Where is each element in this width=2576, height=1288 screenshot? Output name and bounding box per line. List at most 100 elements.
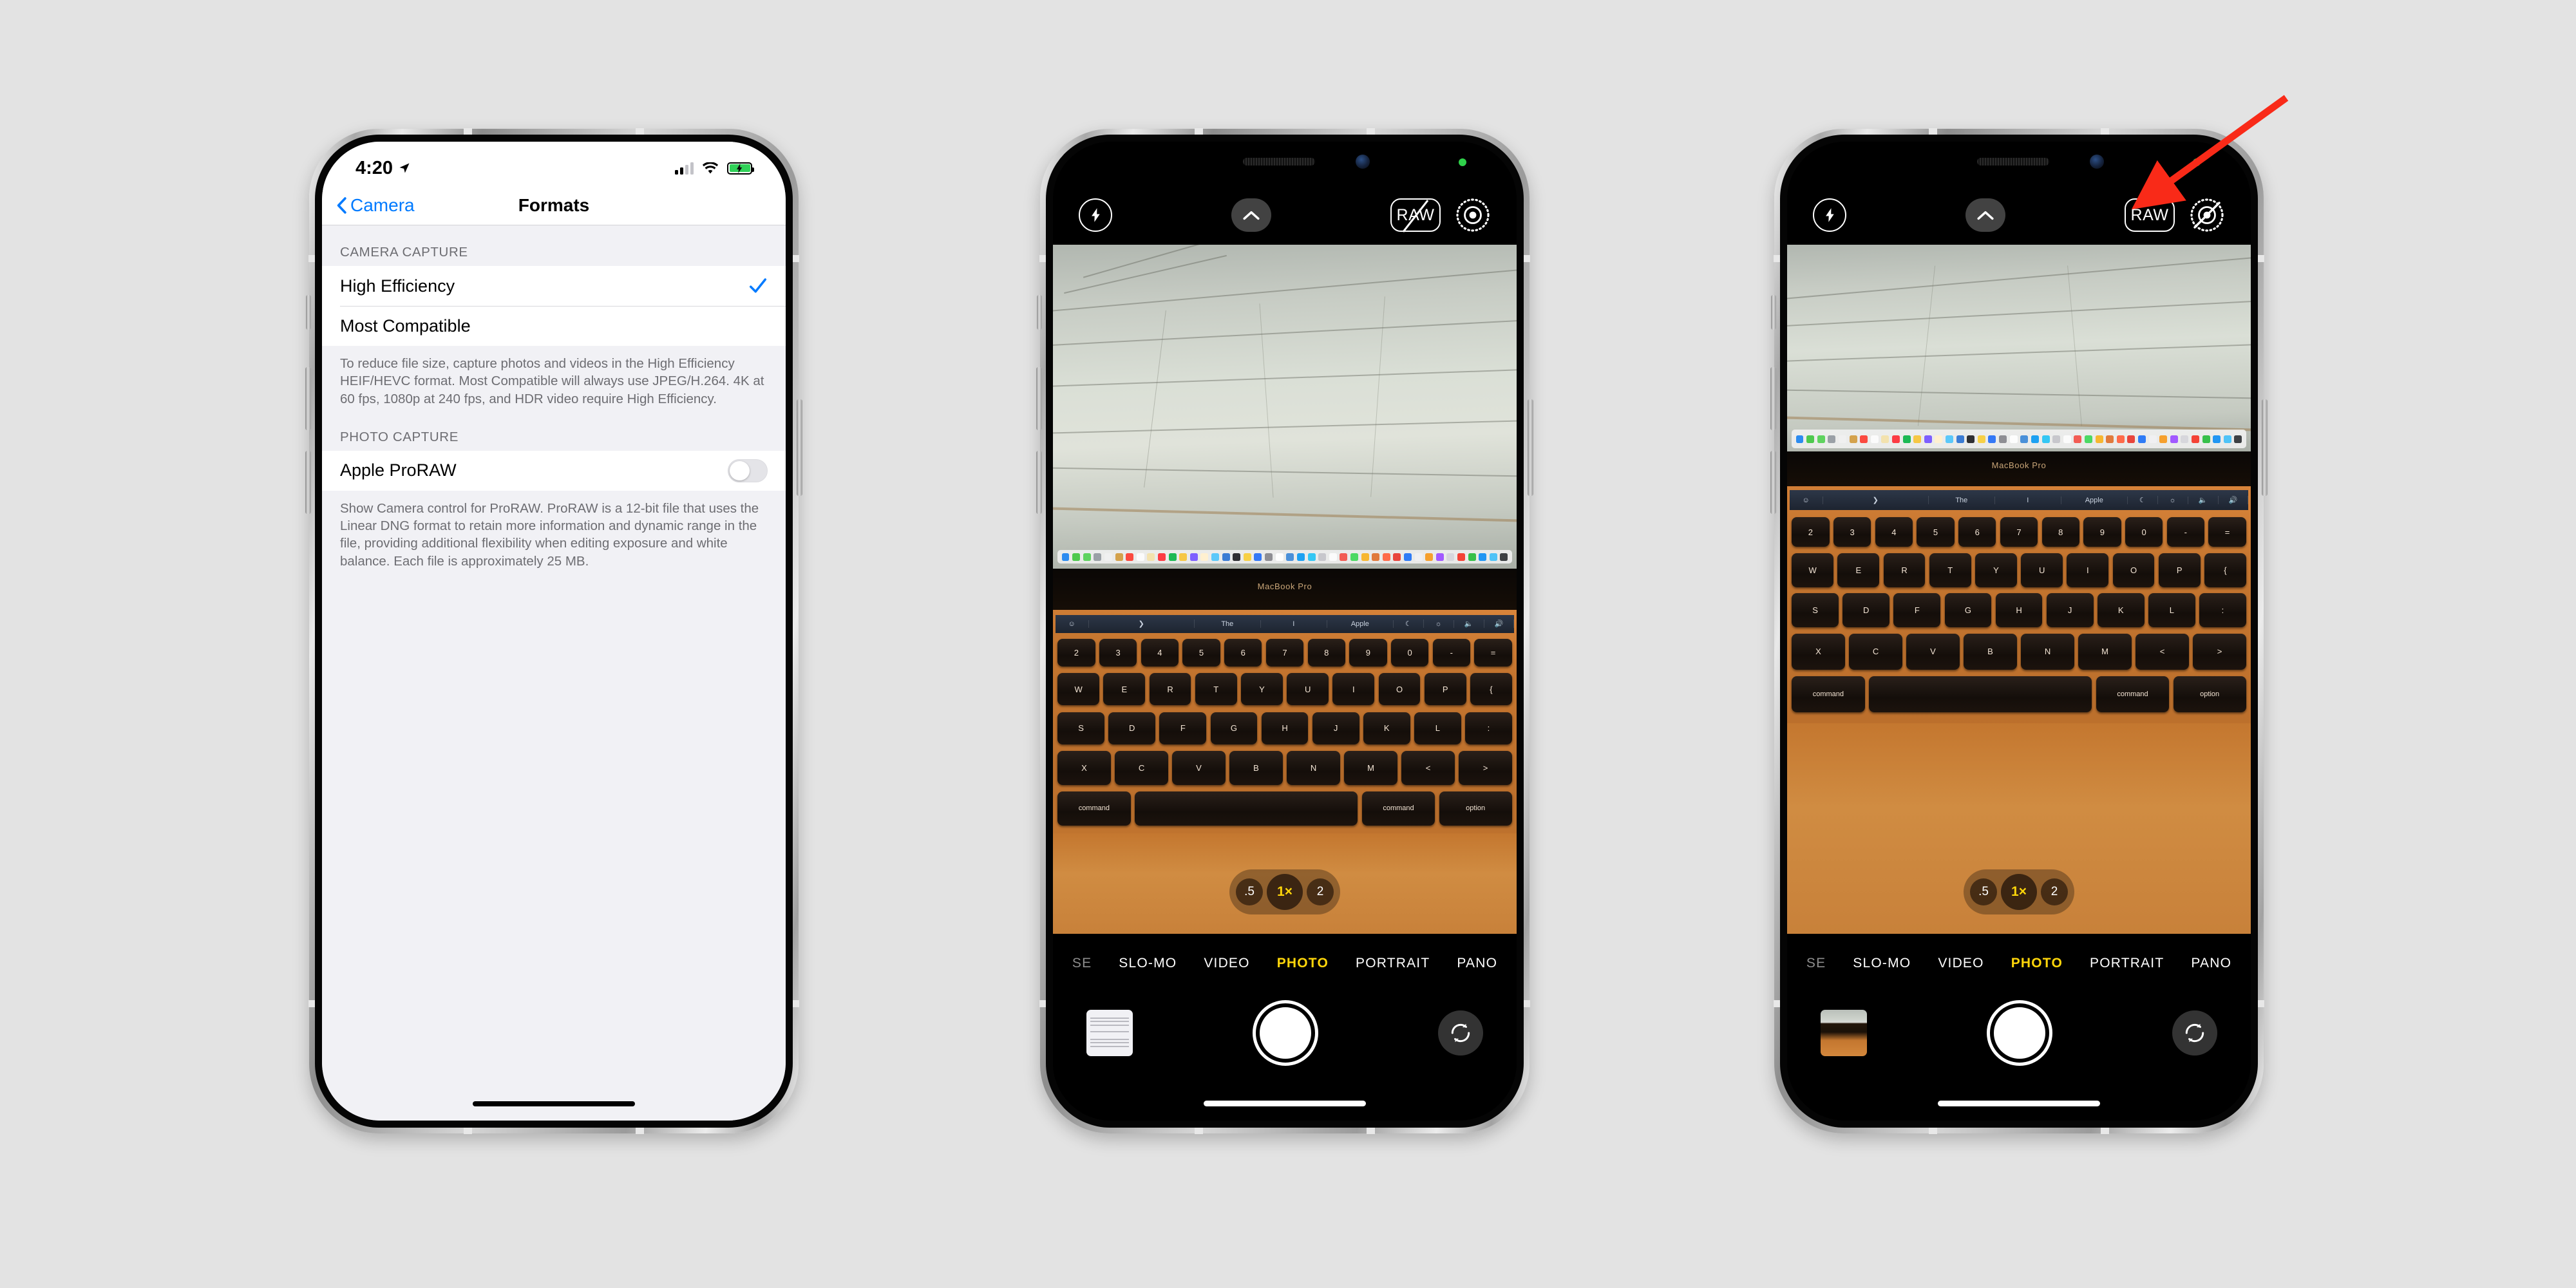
- mode-video[interactable]: VIDEO: [1204, 956, 1249, 971]
- keyboard-row-asdf: SDFGHJKL:: [1787, 593, 2251, 628]
- row-most-compatible[interactable]: Most Compatible: [322, 306, 786, 346]
- power-button[interactable]: [1528, 399, 1533, 496]
- camera-bottom-controls: [1053, 1003, 1517, 1063]
- phone2-screen: RAW: [1053, 142, 1517, 1121]
- keyboard-row-qwerty: W E R T Y U I O P{: [1053, 673, 1517, 706]
- wifi-icon: [702, 162, 719, 173]
- camera-in-use-indicator: [1459, 158, 1466, 166]
- volume-down-button[interactable]: [1770, 451, 1776, 514]
- home-indicator[interactable]: [1938, 1101, 2100, 1106]
- volume-up-button[interactable]: [1036, 367, 1042, 430]
- camera-top-controls: RAW: [1053, 185, 1517, 245]
- mode-slo-mo[interactable]: SLO-MO: [1853, 956, 1911, 971]
- row-apple-proraw[interactable]: Apple ProRAW: [322, 450, 786, 491]
- chevron-up-icon: [1977, 211, 1994, 220]
- macbook-label: MacBook Pro: [1991, 460, 2047, 470]
- antenna-band: [1367, 1127, 1375, 1134]
- camera-app: RAW: [1787, 142, 2251, 1121]
- shutter-button[interactable]: [1990, 1003, 2049, 1063]
- touch-bar: ☺ ❯ The I Apple ☾ ☼ 🔈 🔊: [1789, 490, 2249, 511]
- zoom-2x-button[interactable]: 2: [1307, 878, 1334, 905]
- flash-button[interactable]: [1813, 198, 1846, 232]
- mode-pano[interactable]: PANO: [2191, 956, 2231, 971]
- flash-icon: [1091, 208, 1100, 222]
- row-high-efficiency[interactable]: High Efficiency: [322, 266, 786, 306]
- mute-switch[interactable]: [1037, 295, 1042, 330]
- volume-down-button[interactable]: [1036, 451, 1042, 514]
- touchbar-word-3: Apple: [1327, 620, 1394, 628]
- zoom-0-5x-button[interactable]: .5: [1970, 878, 1997, 905]
- keyboard-row-zxcv: X C V B N M < >: [1053, 750, 1517, 785]
- section-header-camera-capture: CAMERA CAPTURE: [322, 225, 786, 266]
- front-camera-icon: [1356, 155, 1370, 169]
- phone-camera-raw-on: RAW MacBook Pro ☺ ❯ The I Apple ☾ ☼ 🔈 🔊 …: [1770, 128, 2268, 1134]
- power-button[interactable]: [797, 399, 802, 496]
- status-bar: 4:20: [322, 142, 786, 185]
- keyboard-row-qwerty: W E R T Y U I O P{: [1787, 553, 2251, 587]
- photo-library-thumbnail[interactable]: [1821, 1010, 1867, 1056]
- flash-button[interactable]: [1079, 198, 1112, 232]
- zoom-0-5x-button[interactable]: .5: [1236, 878, 1263, 905]
- battery-charging-icon: [727, 162, 754, 175]
- touchbar-word-3: Apple: [2061, 496, 2128, 504]
- zoom-1x-button[interactable]: 1×: [1267, 874, 1303, 910]
- camera-viewfinder[interactable]: MacBook Pro ☺ ❯ The I Apple ☾ ☼ 🔈 🔊 2 3 …: [1053, 245, 1517, 934]
- mode-pano[interactable]: PANO: [1457, 956, 1497, 971]
- navigation-bar: Camera Formats: [322, 185, 786, 225]
- mode-portrait[interactable]: PORTRAIT: [2090, 956, 2164, 971]
- expand-controls-button[interactable]: [1965, 198, 2005, 232]
- mode-portrait[interactable]: PORTRAIT: [1356, 956, 1430, 971]
- notch: [1171, 142, 1398, 185]
- camera-bottom-controls: [1787, 1003, 2251, 1063]
- mode-timelapse[interactable]: SE: [1806, 956, 1826, 971]
- antenna-band: [1929, 1127, 1937, 1134]
- photo-library-thumbnail[interactable]: [1086, 1010, 1133, 1056]
- zoom-1x-button[interactable]: 1×: [2001, 874, 2037, 910]
- mode-photo[interactable]: PHOTO: [1277, 956, 1329, 971]
- volume-up-button[interactable]: [305, 367, 311, 430]
- mode-timelapse[interactable]: SE: [1072, 956, 1092, 971]
- power-button[interactable]: [2262, 399, 2268, 496]
- mute-switch[interactable]: [1771, 295, 1776, 330]
- signal-bars-icon: [675, 162, 694, 175]
- location-arrow-icon: [399, 163, 410, 173]
- live-photo-icon: [1456, 198, 1490, 232]
- earpiece-speaker: [1243, 158, 1316, 166]
- mode-photo[interactable]: PHOTO: [2011, 956, 2063, 971]
- keyboard-row-numbers: 2 3 4 5 6 7 8 9 0- =: [1053, 639, 1517, 667]
- expand-controls-button[interactable]: [1231, 198, 1271, 232]
- annotation-arrow: [2131, 95, 2289, 210]
- volume-up-button[interactable]: [1770, 367, 1776, 430]
- keyboard-row-asdf: SDFGHJKL:: [1053, 712, 1517, 744]
- live-photo-button[interactable]: [1455, 197, 1491, 233]
- zoom-2x-button[interactable]: 2: [2041, 878, 2068, 905]
- macbook-display: [1787, 245, 2251, 451]
- flip-camera-button[interactable]: [1438, 1010, 1483, 1056]
- mode-video[interactable]: VIDEO: [1938, 956, 1984, 971]
- toggle-knob: [730, 460, 750, 480]
- volume-down-button[interactable]: [305, 451, 311, 514]
- checkmark-icon: [750, 278, 766, 293]
- home-indicator[interactable]: [473, 1101, 635, 1106]
- raw-toggle-button[interactable]: RAW: [1390, 198, 1441, 232]
- flip-camera-icon: [2185, 1023, 2204, 1043]
- phone-camera-raw-off: RAW: [1036, 128, 1533, 1134]
- footnote-photo-capture: Show Camera control for ProRAW. ProRAW i…: [322, 490, 786, 573]
- camera-viewfinder[interactable]: MacBook Pro ☺ ❯ The I Apple ☾ ☼ 🔈 🔊 234567: [1787, 245, 2251, 934]
- antenna-band: [2101, 1127, 2109, 1134]
- earpiece-speaker: [1977, 158, 2050, 166]
- phone1-screen: 4:20 Camera Formats CAMERA CAPTURE High …: [322, 142, 786, 1121]
- mute-switch[interactable]: [306, 295, 311, 330]
- back-button[interactable]: Camera: [336, 195, 415, 216]
- keyboard-row-space: command command option: [1053, 791, 1517, 826]
- home-indicator[interactable]: [1204, 1101, 1366, 1106]
- status-time: 4:20: [355, 157, 393, 178]
- camera-app: RAW: [1053, 142, 1517, 1121]
- flip-camera-button[interactable]: [2172, 1010, 2217, 1056]
- proraw-toggle-switch[interactable]: [728, 459, 768, 482]
- camera-mode-selector[interactable]: SE SLO-MO VIDEO PHOTO PORTRAIT PANO: [1053, 956, 1517, 971]
- mode-slo-mo[interactable]: SLO-MO: [1119, 956, 1177, 971]
- camera-mode-selector[interactable]: SE SLO-MO VIDEO PHOTO PORTRAIT PANO: [1787, 956, 2251, 971]
- shutter-button[interactable]: [1256, 1003, 1315, 1063]
- keyboard-row-zxcv: X C V B N M < >: [1787, 634, 2251, 670]
